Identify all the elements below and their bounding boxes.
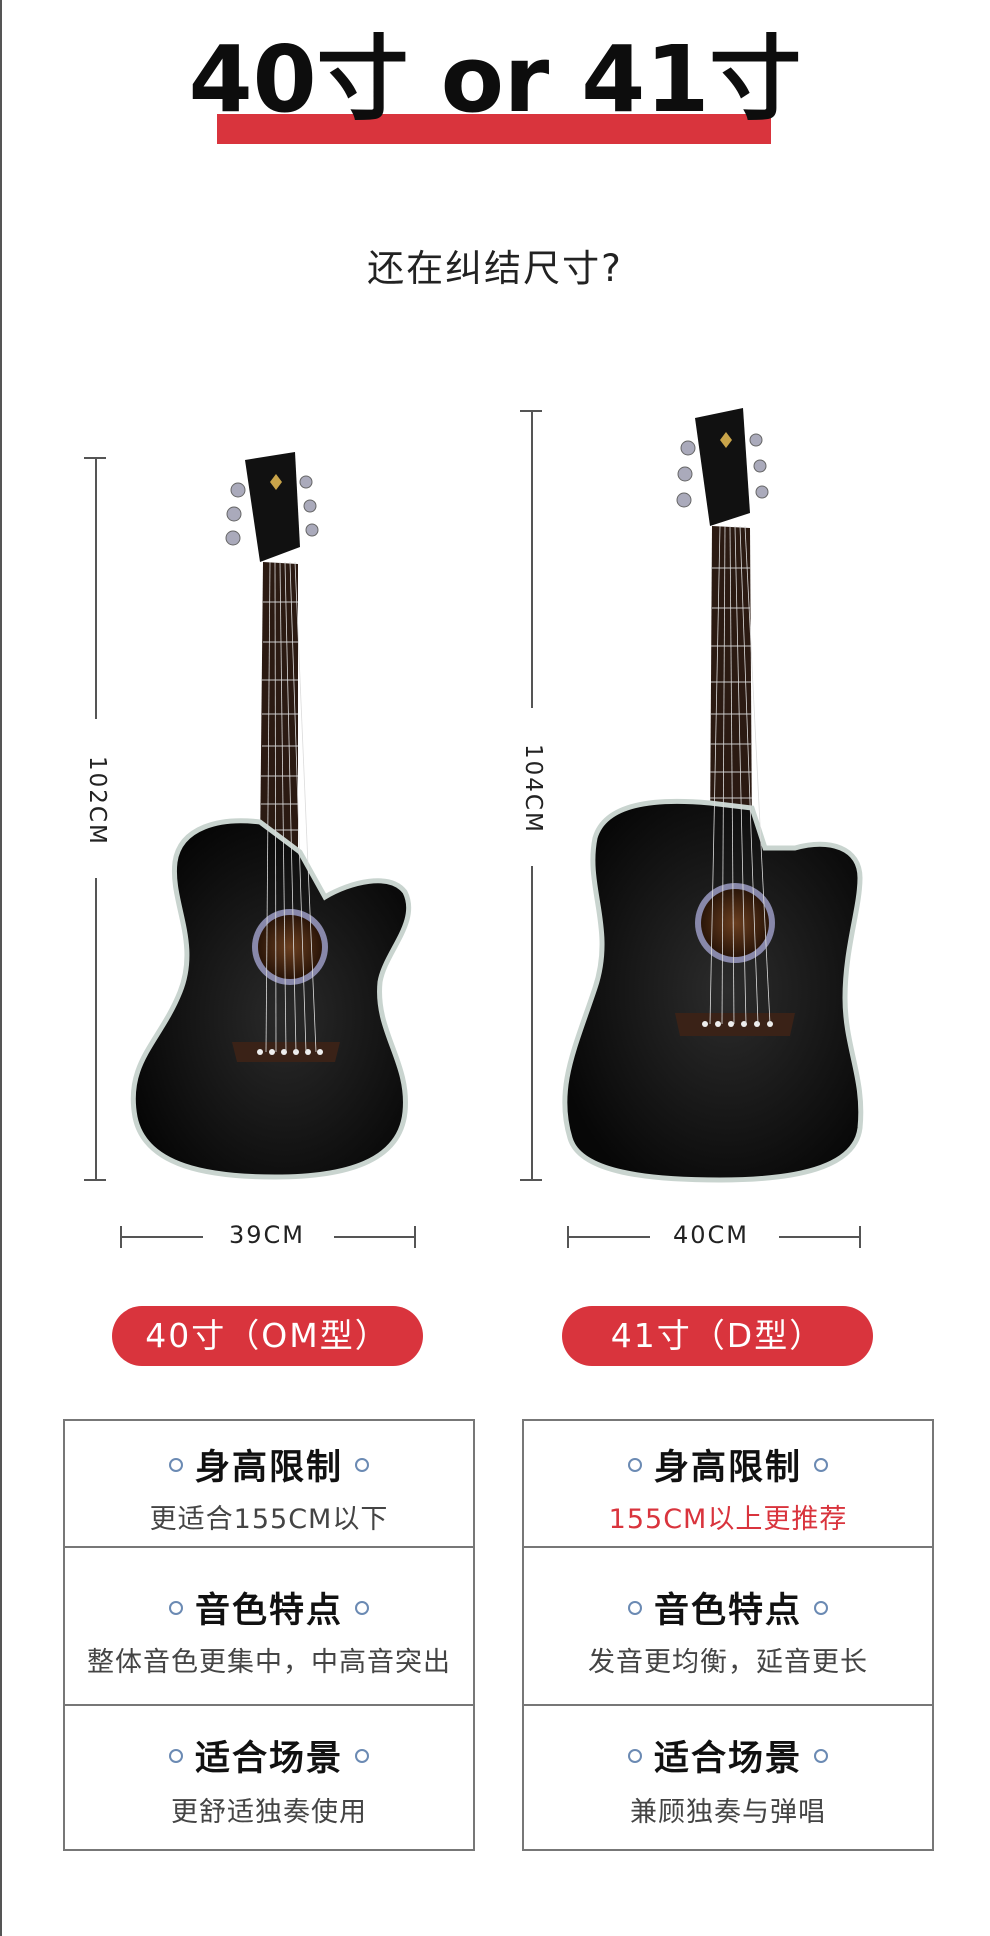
spec-head: 音色特点: [524, 1582, 932, 1633]
spec-value: 发音更均衡，延音更长: [588, 1647, 868, 1678]
spec-row-height: 身高限制 155CM以上更推荐: [524, 1421, 932, 1548]
circle-bullet-icon: [355, 1749, 369, 1763]
page-title: 40寸 or 41寸: [188, 26, 802, 133]
spec-row-height: 身高限制 更适合155CM以下: [65, 1421, 473, 1548]
circle-bullet-icon: [627, 1458, 642, 1472]
spec-head: 音色特点: [65, 1582, 473, 1633]
circle-bullet-icon: [355, 1458, 369, 1472]
spec-row-tone: 音色特点 发音更均衡，延音更长: [524, 1548, 932, 1706]
spec-table-40: 身高限制 更适合155CM以下 音色特点 整体音色更集中，中高音突出 适合场景 …: [63, 1419, 475, 1851]
right-height-label: 104CM: [520, 744, 546, 834]
left-height-line-bottom: [95, 878, 97, 1180]
spec-value: 兼顾独奏与弹唱: [630, 1797, 826, 1828]
spec-row-tone: 音色特点 整体音色更集中，中高音突出: [65, 1548, 473, 1706]
spec-value: 155CM以上更推荐: [608, 1504, 848, 1535]
left-width-cap-right: [414, 1226, 416, 1248]
model-pill-40: 40寸（OM型）: [112, 1306, 423, 1366]
spec-value: 更舒适独奏使用: [171, 1797, 367, 1828]
right-height-line-bottom: [531, 866, 533, 1180]
circle-bullet-icon: [168, 1601, 183, 1615]
circle-bullet-icon: [168, 1749, 183, 1763]
right-width-line-right: [779, 1236, 861, 1238]
left-height-label: 102CM: [84, 756, 110, 846]
left-width-line-left: [121, 1236, 203, 1238]
spec-title: 适合场景: [194, 1739, 343, 1779]
spec-head: 身高限制: [524, 1439, 932, 1490]
spec-title: 适合场景: [653, 1739, 802, 1779]
right-width-label: 40CM: [672, 1221, 749, 1249]
spec-head: 身高限制: [65, 1439, 473, 1490]
spec-row-scene: 适合场景 兼顾独奏与弹唱: [524, 1706, 932, 1851]
spec-title: 音色特点: [194, 1591, 343, 1631]
left-width-line-right: [334, 1236, 416, 1238]
model-pill-41: 41寸（D型）: [562, 1306, 873, 1366]
right-width-cap-right: [859, 1226, 861, 1248]
spec-value: 更适合155CM以下: [149, 1504, 389, 1535]
left-width-label: 39CM: [228, 1221, 305, 1249]
right-height-line-top: [531, 410, 533, 708]
circle-bullet-icon: [814, 1458, 828, 1472]
left-height-cap-bottom: [84, 1179, 106, 1181]
circle-bullet-icon: [627, 1749, 642, 1763]
spec-title: 身高限制: [653, 1448, 802, 1488]
circle-bullet-icon: [355, 1601, 369, 1615]
spec-head: 适合场景: [524, 1730, 932, 1781]
spec-row-scene: 适合场景 更舒适独奏使用: [65, 1706, 473, 1851]
right-width-line-left: [568, 1236, 650, 1238]
spec-head: 适合场景: [65, 1730, 473, 1781]
page-subtitle: 还在纠结尺寸?: [367, 247, 623, 290]
right-height-cap-bottom: [520, 1179, 542, 1181]
spec-title: 音色特点: [653, 1591, 802, 1631]
spec-table-41: 身高限制 155CM以上更推荐 音色特点 发音更均衡，延音更长 适合场景 兼顾独…: [522, 1419, 934, 1851]
circle-bullet-icon: [168, 1458, 183, 1472]
spec-title: 身高限制: [194, 1448, 343, 1488]
left-height-line-top: [95, 457, 97, 719]
guitar-d-image: [562, 408, 864, 1183]
circle-bullet-icon: [814, 1749, 828, 1763]
circle-bullet-icon: [814, 1601, 828, 1615]
spec-value: 整体音色更集中，中高音突出: [87, 1647, 451, 1678]
guitar-om-image: [130, 452, 412, 1180]
circle-bullet-icon: [627, 1601, 642, 1615]
